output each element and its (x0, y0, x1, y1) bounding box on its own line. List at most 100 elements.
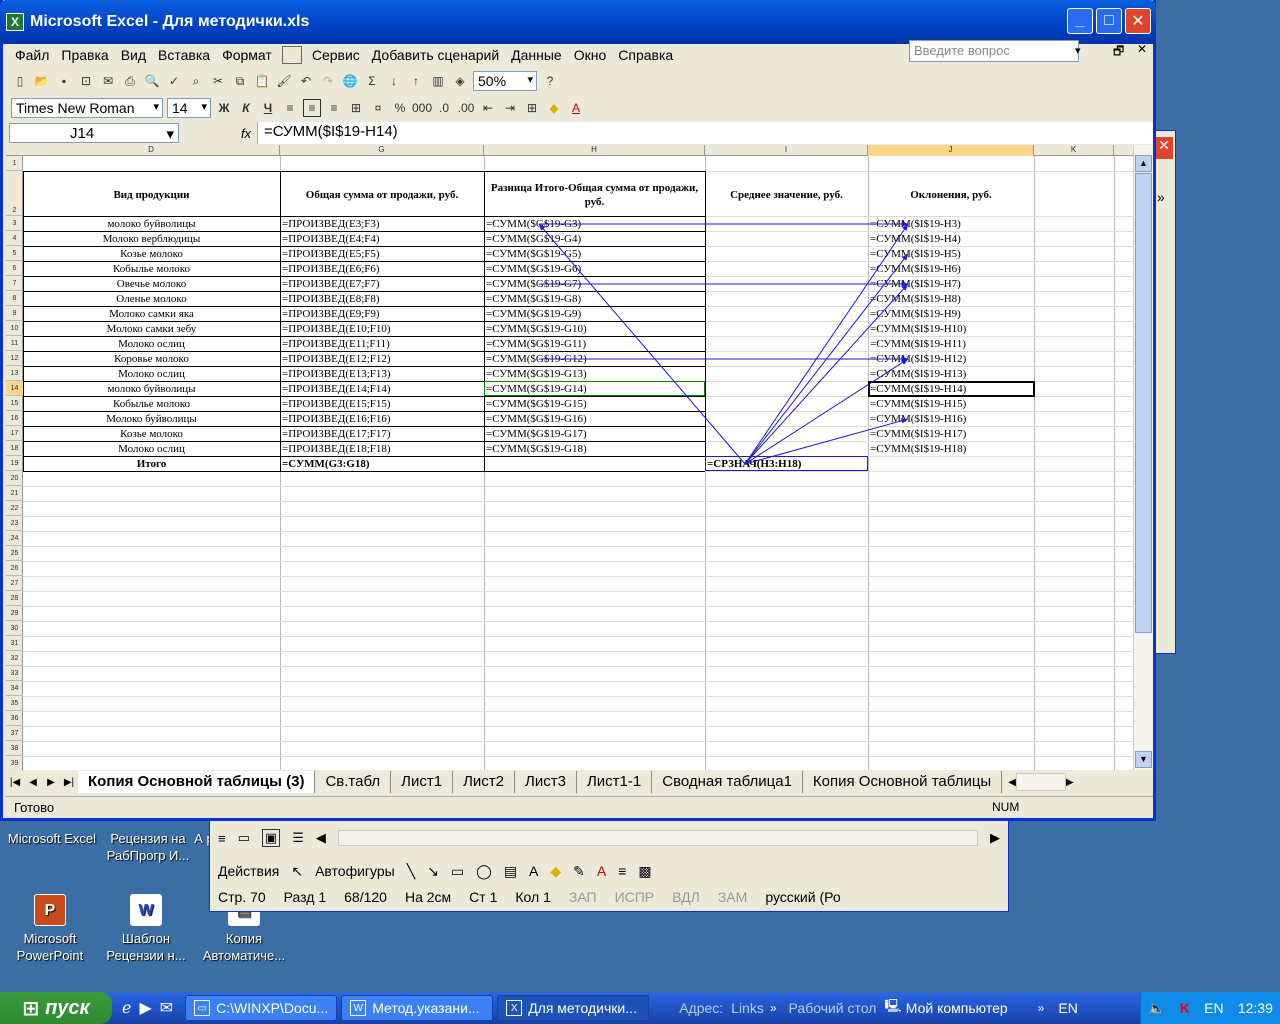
cell-d6[interactable]: Кобылье молоко (25, 262, 278, 276)
menu-format[interactable]: Формат (216, 47, 278, 63)
row-header[interactable]: 30 (6, 621, 23, 636)
cell-h8[interactable]: =СУММ($G$19-G8) (486, 292, 703, 306)
cell-h6[interactable]: =СУММ($G$19-G6) (486, 262, 703, 276)
cell-h5[interactable]: =СУММ($G$19-G5) (486, 247, 703, 261)
cell-g11[interactable]: =ПРОИЗВЕД(E11;F11) (282, 337, 482, 351)
column-header-h[interactable]: H (484, 145, 705, 156)
mycomputer-label[interactable]: Мой компьютер (906, 1000, 1008, 1016)
cell-j5[interactable]: =СУММ($I$19-H5) (870, 247, 1032, 261)
cell-g14[interactable]: =ПРОИЗВЕД(E14;F14) (282, 382, 482, 396)
row-header[interactable]: 31 (6, 636, 23, 651)
menu-add-scenario[interactable]: Добавить сценарий (366, 47, 505, 63)
cell-g10[interactable]: =ПРОИЗВЕД(E10;F10) (282, 322, 482, 336)
wordart-icon[interactable]: A (529, 863, 538, 879)
doc-restore-icon[interactable]: 🗗 (1113, 42, 1124, 63)
row-header[interactable]: 36 (6, 711, 23, 726)
font-name-select[interactable]: Times New Roman (11, 98, 163, 118)
word-status-rec[interactable]: ЗАП (569, 889, 597, 905)
cell-d4[interactable]: Молоко верблюдицы (25, 232, 278, 246)
links-label[interactable]: Links (731, 1000, 764, 1016)
print-preview-icon[interactable]: 🔍 (143, 72, 161, 90)
cell-d5[interactable]: Козье молоко (25, 247, 278, 261)
row-header[interactable]: 12 (6, 351, 23, 366)
sheet-tab[interactable]: Лист1-1 (576, 771, 653, 793)
vertical-scrollbar[interactable]: ▲ ▼ (1133, 145, 1153, 770)
scroll-right-icon[interactable]: ▶ (990, 830, 1000, 846)
permission-icon[interactable]: ⊡ (77, 72, 95, 90)
cell-d11[interactable]: Молоко ослиц (25, 337, 278, 351)
hyperlink-icon[interactable]: 🌐 (341, 72, 359, 90)
row-header[interactable]: 7 (6, 276, 23, 291)
scroll-up-icon[interactable]: ▲ (1135, 155, 1152, 172)
header-cell-i[interactable]: Среднее значение, руб. (709, 175, 864, 214)
maximize-button[interactable]: □ (1096, 8, 1122, 34)
hscroll-right-icon[interactable]: ▶ (1066, 777, 1074, 788)
desktop-toolbar-label[interactable]: Рабочий стол (789, 1000, 877, 1016)
prev-sheet-icon[interactable]: ◀ (24, 777, 42, 788)
row-header[interactable]: 35 (6, 696, 23, 711)
paste-icon[interactable]: 📋 (253, 72, 271, 90)
scroll-down-icon[interactable]: ▼ (1135, 751, 1152, 768)
cell-g16[interactable]: =ПРОИЗВЕД(E16;F16) (282, 412, 482, 426)
cell-j15[interactable]: =СУММ($I$19-H15) (870, 397, 1032, 411)
drawing-icon[interactable]: ◈ (451, 72, 469, 90)
cell-g4[interactable]: =ПРОИЗВЕД(E4;F4) (282, 232, 482, 246)
row-header[interactable]: 20 (6, 471, 23, 486)
cell-g6[interactable]: =ПРОИЗВЕД(E6;F6) (282, 262, 482, 276)
cell-h16[interactable]: =СУММ($G$19-G16) (486, 412, 703, 426)
open-icon[interactable]: 📂 (33, 72, 51, 90)
draw-actions-menu[interactable]: Действия (218, 863, 279, 879)
decrease-decimal-icon[interactable]: .00 (457, 99, 475, 117)
menu-insert[interactable]: Вставка (152, 47, 216, 63)
row-header[interactable]: 22 (6, 501, 23, 516)
row-header[interactable]: 38 (6, 741, 23, 756)
row-header[interactable]: 18 (6, 441, 23, 456)
task-excel[interactable]: X Для методички... (497, 995, 650, 1021)
align-center-icon[interactable]: ≡ (303, 99, 321, 117)
email-icon[interactable]: ✉ (99, 72, 117, 90)
bold-button[interactable]: Ж (215, 99, 233, 117)
font-color-icon[interactable]: A (597, 863, 606, 879)
row-header[interactable]: 3 (6, 216, 23, 231)
autosum-icon[interactable]: Σ (363, 72, 381, 90)
menu-help[interactable]: Справка (612, 47, 679, 63)
address-label[interactable]: Адрес: (679, 1000, 723, 1016)
row-header[interactable]: 13 (6, 366, 23, 381)
excel-title-bar[interactable]: X Microsoft Excel - Для методички.xls _ … (0, 0, 1156, 44)
print-view-icon[interactable]: ▣ (261, 829, 281, 847)
spelling-icon[interactable]: ✓ (165, 72, 183, 90)
task-explorer[interactable]: ▭ C:\WINXP\Docu... (185, 995, 338, 1021)
sheet-tab[interactable]: Лист2 (453, 771, 516, 793)
cell-g15[interactable]: =ПРОИЗВЕД(E15;F15) (282, 397, 482, 411)
cell-j3[interactable]: =СУММ($I$19-H3) (870, 217, 1032, 231)
cell-g17[interactable]: =ПРОИЗВЕД(E17;F17) (282, 427, 482, 441)
cell-g12[interactable]: =ПРОИЗВЕД(E12;F12) (282, 352, 482, 366)
sort-asc-icon[interactable]: ↓ (385, 72, 403, 90)
hscroll-left-icon[interactable]: ◀ (1008, 777, 1016, 788)
chevron-icon[interactable]: » (770, 1001, 777, 1015)
outline-view-icon[interactable]: ☰ (292, 830, 304, 846)
row-header[interactable]: 33 (6, 666, 23, 681)
volume-icon[interactable]: 🔈 (1148, 1000, 1165, 1017)
cell-j10[interactable]: =СУММ($I$19-H10) (870, 322, 1032, 336)
cut-icon[interactable]: ✂ (209, 72, 227, 90)
cell-j7[interactable]: =СУММ($I$19-H7) (870, 277, 1032, 291)
word-status-ovr[interactable]: ЗАМ (718, 889, 747, 905)
scroll-thumb[interactable] (1135, 173, 1152, 633)
excel-window[interactable]: X Microsoft Excel - Для методички.xls _ … (0, 0, 1156, 821)
cell-d19[interactable]: Итого (25, 457, 278, 471)
menu-edit[interactable]: Правка (55, 47, 114, 63)
next-sheet-icon[interactable]: ▶ (42, 777, 60, 788)
sheet-tab[interactable]: Сводная таблица1 (652, 771, 803, 793)
cell-h12[interactable]: =СУММ($G$19-G12) (486, 352, 703, 366)
menu-data[interactable]: Данные (505, 47, 568, 63)
line-color-icon[interactable]: ✎ (573, 863, 585, 880)
cell-h13[interactable]: =СУММ($G$19-G13) (486, 367, 703, 381)
row-header[interactable]: 25 (6, 546, 23, 561)
desktop-icon-powerpoint[interactable]: P Microsoft PowerPoint (4, 894, 96, 964)
ask-dropdown-icon[interactable]: ▾ (1075, 44, 1081, 57)
cell-d9[interactable]: Молоко самки яка (25, 307, 278, 321)
cell-h18[interactable]: =СУММ($G$19-G18) (486, 442, 703, 456)
format-painter-icon[interactable]: 🖌 (275, 72, 293, 90)
row-header[interactable]: 28 (6, 591, 23, 606)
